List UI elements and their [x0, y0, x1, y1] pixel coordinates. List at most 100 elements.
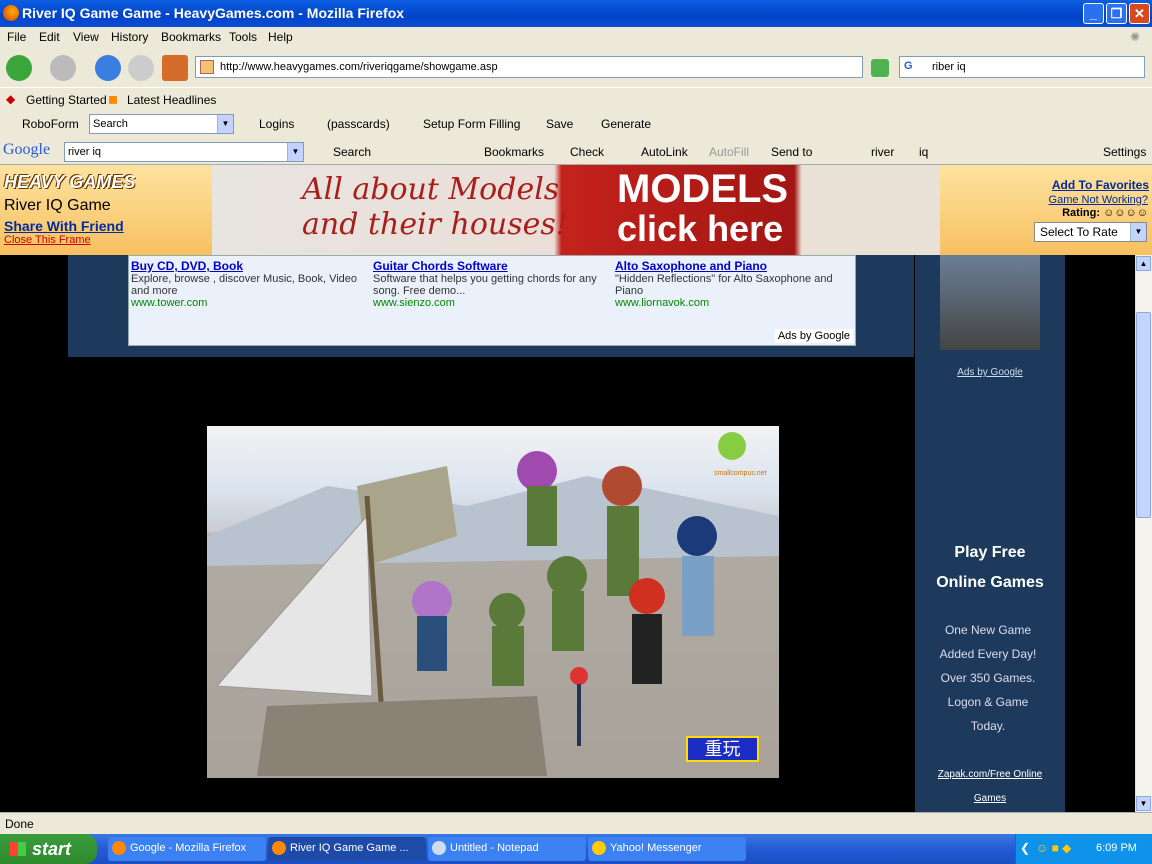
play-free-line: Play Free [954, 544, 1026, 561]
ad-title[interactable]: Alto Saxophone and Piano [615, 259, 853, 273]
stop-icon[interactable] [128, 55, 154, 81]
throbber-icon: ✺ [1130, 30, 1141, 44]
bookmark-latest-headlines[interactable]: Latest Headlines [127, 93, 216, 107]
passcards-button[interactable]: (passcards) [327, 117, 390, 131]
go-icon[interactable] [871, 59, 889, 77]
ad-title[interactable]: Guitar Chords Software [373, 259, 611, 273]
add-to-favorites-link[interactable]: Add To Favorites [1000, 178, 1149, 192]
taskbar-item[interactable]: Google - Mozilla Firefox [108, 837, 266, 861]
site-favicon [200, 60, 214, 74]
menu-file[interactable]: File [7, 30, 26, 44]
rating-label: Rating: ☺☺☺☺ [1000, 207, 1148, 219]
chevron-down-icon[interactable]: ▼ [217, 115, 233, 133]
menu-view[interactable]: View [73, 30, 99, 44]
taskbar-item[interactable]: Untitled - Notepad [428, 837, 586, 861]
rate-select[interactable]: Select To Rate ▼ [1034, 222, 1147, 242]
google-engine-icon[interactable]: G [904, 60, 913, 72]
ad-item[interactable]: Guitar Chords Software Software that hel… [373, 259, 611, 309]
taskbar-item[interactable]: Yahoo! Messenger [588, 837, 746, 861]
ad-title[interactable]: Buy CD, DVD, Book [131, 259, 369, 273]
back-icon[interactable] [6, 55, 32, 81]
rating-faces-icon: ☺☺☺☺ [1103, 207, 1148, 219]
windows-logo-icon [10, 842, 26, 856]
search-term-river[interactable]: river [871, 145, 894, 159]
zapak-line[interactable]: Games [915, 787, 1065, 811]
river-iq-game-canvas[interactable]: smallcompus.net [207, 426, 779, 778]
roboform-search-input[interactable]: Search ▼ [89, 114, 234, 134]
tray-expand-icon[interactable]: ❮ [1020, 841, 1030, 855]
banner-click-here: click here [617, 208, 784, 249]
start-button[interactable]: start [0, 834, 97, 864]
maximize-button[interactable]: ❐ [1106, 3, 1127, 24]
menu-bookmarks[interactable]: Bookmarks [161, 30, 221, 44]
start-label: start [32, 839, 72, 859]
menu-help[interactable]: Help [268, 30, 293, 44]
firefox-icon [3, 5, 19, 21]
google-logo: Google [3, 141, 51, 158]
sidebar-ads-by-google-link[interactable]: Ads by Google [915, 367, 1065, 378]
home-icon[interactable] [162, 55, 188, 81]
minimize-button[interactable]: _ [1083, 3, 1104, 24]
scroll-down-icon[interactable]: ▼ [1136, 796, 1151, 811]
settings-button[interactable]: Settings [1103, 145, 1146, 159]
ad-item[interactable]: Buy CD, DVD, Book Explore, browse , disc… [131, 259, 369, 309]
close-frame-link[interactable]: Close This Frame [4, 234, 91, 246]
taskbar-item[interactable]: River IQ Game Game ... [268, 837, 426, 861]
search-term-iq[interactable]: iq [919, 145, 928, 159]
firefox-icon [272, 841, 286, 855]
online-games-line: Online Games [936, 574, 1044, 591]
heavygames-logo[interactable]: HEAVY GAMES [4, 172, 135, 193]
scrollbar-thumb[interactable] [1136, 312, 1151, 518]
ads-by-google-label[interactable]: Ads by Google [774, 329, 853, 343]
chevron-down-icon[interactable]: ▼ [287, 143, 303, 161]
reload-icon[interactable] [95, 55, 121, 81]
car-game-thumbnail[interactable] [940, 255, 1040, 350]
google-ads-box: Buy CD, DVD, Book Explore, browse , disc… [128, 255, 856, 346]
firefox-icon [112, 841, 126, 855]
replay-button[interactable]: 重玩 [686, 736, 759, 762]
roboform-button[interactable]: RoboForm [22, 117, 79, 131]
autolink-button[interactable]: AutoLink [641, 145, 688, 159]
scroll-up-icon[interactable]: ▲ [1136, 256, 1151, 271]
tray-icons[interactable]: ☺ ■ ◆ [1036, 841, 1071, 855]
url-bar[interactable]: http://www.heavygames.com/riveriqgame/sh… [195, 56, 863, 78]
game-not-working-link[interactable]: Game Not Working? [1000, 194, 1148, 206]
forward-icon[interactable] [50, 55, 76, 81]
bookmark-getting-started[interactable]: Getting Started [26, 93, 107, 107]
google-search-button[interactable]: Search [333, 145, 371, 159]
send-to-button[interactable]: Send to [771, 145, 812, 159]
window-title-bar: River IQ Game Game - HeavyGames.com - Mo… [0, 0, 1152, 27]
save-button[interactable]: Save [546, 117, 573, 131]
autofill-button[interactable]: AutoFill [709, 145, 749, 159]
google-query: river iq [68, 146, 102, 158]
search-box[interactable]: G riber iq [899, 56, 1145, 78]
menu-history[interactable]: History [111, 30, 148, 44]
clock: 6:09 PM [1096, 842, 1137, 854]
google-bookmarks-button[interactable]: Bookmarks [484, 145, 544, 159]
ad-url[interactable]: www.liornavok.com [615, 297, 853, 309]
chevron-down-icon[interactable]: ▼ [1130, 223, 1146, 241]
search-value: riber iq [932, 61, 966, 73]
ad-url[interactable]: www.tower.com [131, 297, 369, 309]
ad-item[interactable]: Alto Saxophone and Piano "Hidden Reflect… [615, 259, 853, 309]
menu-edit[interactable]: Edit [39, 30, 60, 44]
menu-tools[interactable]: Tools [229, 30, 257, 44]
setup-form-filling-button[interactable]: Setup Form Filling [423, 117, 520, 131]
ad-url[interactable]: www.sienzo.com [373, 297, 611, 309]
menu-bar: File Edit View History Bookmarks Tools H… [0, 27, 1152, 47]
share-with-friend-link[interactable]: Share With Friend [4, 218, 124, 234]
models-banner-ad[interactable]: All about Models and their houses! MODEL… [212, 165, 940, 255]
zapak-link[interactable]: Zapak.com/Free Online Games [915, 763, 1065, 811]
banner-models: MODELS [617, 167, 789, 211]
google-search-input[interactable]: river iq ▼ [64, 142, 304, 162]
close-button[interactable]: ✕ [1129, 3, 1150, 24]
bookmarks-toolbar: ◆ Getting Started ◼ Latest Headlines [0, 88, 1152, 111]
zapak-line[interactable]: Zapak.com/Free Online [915, 763, 1065, 787]
banner-line2: and their houses! [302, 207, 568, 242]
window-title: River IQ Game Game - HeavyGames.com - Mo… [22, 5, 405, 21]
promo-line: Logon & Game [947, 695, 1029, 709]
logins-button[interactable]: Logins [259, 117, 294, 131]
status-text: Done [5, 817, 34, 831]
generate-button[interactable]: Generate [601, 117, 651, 131]
spell-check-button[interactable]: Check [570, 145, 604, 159]
